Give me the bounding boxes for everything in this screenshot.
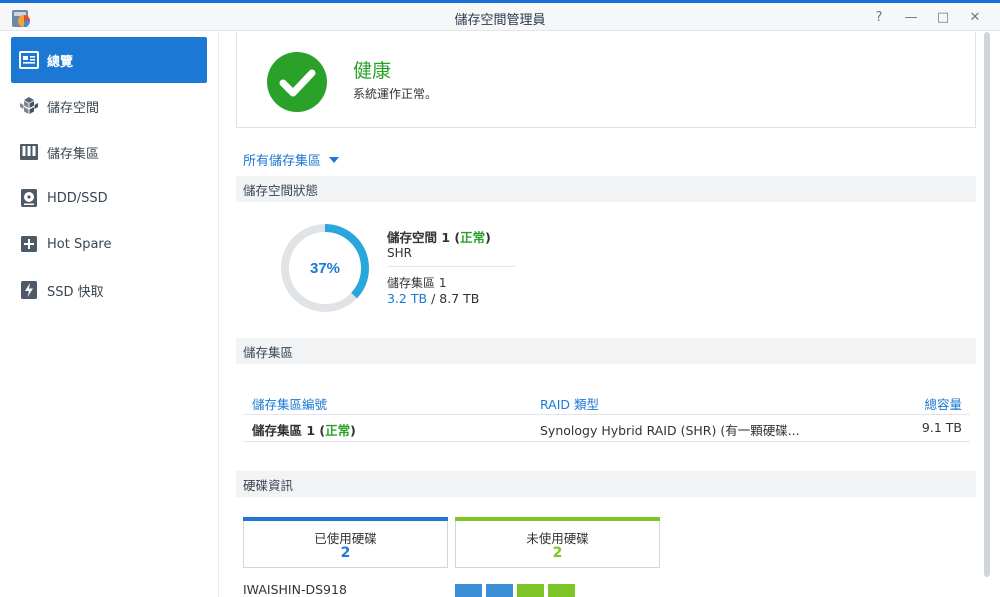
column-header-capacity[interactable]: 總容量 — [924, 394, 962, 413]
sidebar-item-storage-pool[interactable]: 儲存集區 — [11, 129, 207, 175]
disk-info-header: 硬碟資訊 — [236, 471, 976, 497]
sidebar-item-label: SSD 快取 — [47, 284, 104, 300]
used-disks-box: 已使用硬碟 2 — [243, 517, 448, 568]
usage-donut-chart: 37% — [275, 218, 375, 318]
column-header-raid-type[interactable]: RAID 類型 — [540, 394, 599, 413]
close-button[interactable]: ✕ — [966, 8, 984, 26]
pool-name: 儲存集區 1 — [252, 423, 316, 438]
sidebar-item-overview[interactable]: 總覽 — [11, 37, 207, 83]
volume-total: 8.7 TB — [439, 291, 480, 306]
chevron-down-icon — [329, 156, 340, 163]
usage-separator: / — [431, 291, 436, 306]
pool-table-header: 儲存集區編號 RAID 類型 總容量 — [243, 390, 970, 415]
window-title: 儲存空間管理員 — [454, 13, 546, 28]
sidebar-item-label: HDD/SSD — [47, 190, 108, 206]
disk-slot-used[interactable] — [486, 584, 513, 597]
health-status-card: 健康 系統運作正常。 — [236, 32, 976, 128]
volume-usage: 3.2 TB / 8.7 TB — [387, 291, 479, 306]
health-title: 健康 — [353, 60, 392, 82]
check-circle-icon — [267, 52, 327, 112]
minimize-button[interactable]: — — [902, 8, 920, 26]
unused-disks-bar — [455, 517, 660, 521]
volume-pool-name: 儲存集區 1 — [387, 276, 447, 290]
pool-raid-cell: Synology Hybrid RAID (SHR) (有一顆硬碟... — [540, 423, 800, 438]
sidebar-item-label: Hot Spare — [47, 236, 112, 252]
volume-cubes-icon — [19, 96, 39, 116]
pool-name-cell: 儲存集區 1 (正常) — [252, 423, 356, 438]
hdd-icon — [19, 188, 39, 208]
column-header-pool-id[interactable]: 儲存集區編號 — [252, 394, 327, 413]
table-row[interactable]: 儲存集區 1 (正常) Synology Hybrid RAID (SHR) (… — [243, 416, 970, 442]
sidebar-item-ssd-cache[interactable]: SSD 快取 — [11, 267, 207, 313]
volume-divider — [387, 266, 515, 267]
disk-slot-unused[interactable] — [517, 584, 544, 597]
health-description: 系統運作正常。 — [353, 87, 438, 101]
volume-status: 正常 — [460, 230, 486, 245]
ssd-cache-icon — [19, 280, 39, 300]
storage-pool-icon — [19, 142, 39, 162]
disk-slot-unused[interactable] — [548, 584, 575, 597]
host-name: IWAISHIN-DS918 — [243, 582, 347, 597]
volume-used: 3.2 TB — [387, 291, 428, 306]
sidebar-item-label: 總覽 — [47, 54, 74, 70]
sidebar: 總覽 儲存空間 儲存集區 HDD/SSD Hot Spare SSD 快取 — [0, 32, 219, 597]
hot-spare-icon — [19, 234, 39, 254]
volume-name: 儲存空間 1 — [387, 230, 451, 245]
volume-type: SHR — [387, 246, 412, 260]
pool-status: 正常 — [325, 423, 351, 438]
pool-filter-dropdown[interactable]: 所有儲存集區 — [243, 150, 340, 169]
maximize-button[interactable]: □ — [934, 8, 952, 26]
pool-capacity-cell: 9.1 TB — [921, 420, 962, 435]
help-button[interactable]: ? — [870, 8, 888, 26]
sidebar-item-volume[interactable]: 儲存空間 — [11, 83, 207, 129]
sidebar-item-hot-spare[interactable]: Hot Spare — [11, 221, 207, 267]
storage-pool-header: 儲存集區 — [236, 338, 976, 364]
volume-status-header: 儲存空間狀態 — [236, 176, 976, 202]
unused-disks-count: 2 — [552, 545, 563, 561]
sidebar-item-label: 儲存空間 — [47, 100, 100, 116]
volume-title: 儲存空間 1 (正常) — [387, 230, 491, 245]
unused-disks-box: 未使用硬碟 2 — [455, 517, 660, 568]
used-disks-bar — [243, 517, 448, 521]
main-content: 健康 系統運作正常。 所有儲存集區 儲存空間狀態 37% 儲存空間 1 (正常)… — [220, 32, 990, 597]
overview-icon — [19, 50, 39, 70]
title-bar: 儲存空間管理員 ? — □ ✕ — [0, 3, 1000, 31]
usage-percent-label: 37% — [310, 260, 340, 277]
main-scrollbar[interactable] — [984, 32, 990, 577]
used-disks-count: 2 — [340, 545, 351, 561]
sidebar-item-hdd-ssd[interactable]: HDD/SSD — [11, 175, 207, 221]
sidebar-item-label: 儲存集區 — [47, 146, 100, 162]
disk-slot-used[interactable] — [455, 584, 482, 597]
pool-filter-label: 所有儲存集區 — [243, 154, 322, 169]
